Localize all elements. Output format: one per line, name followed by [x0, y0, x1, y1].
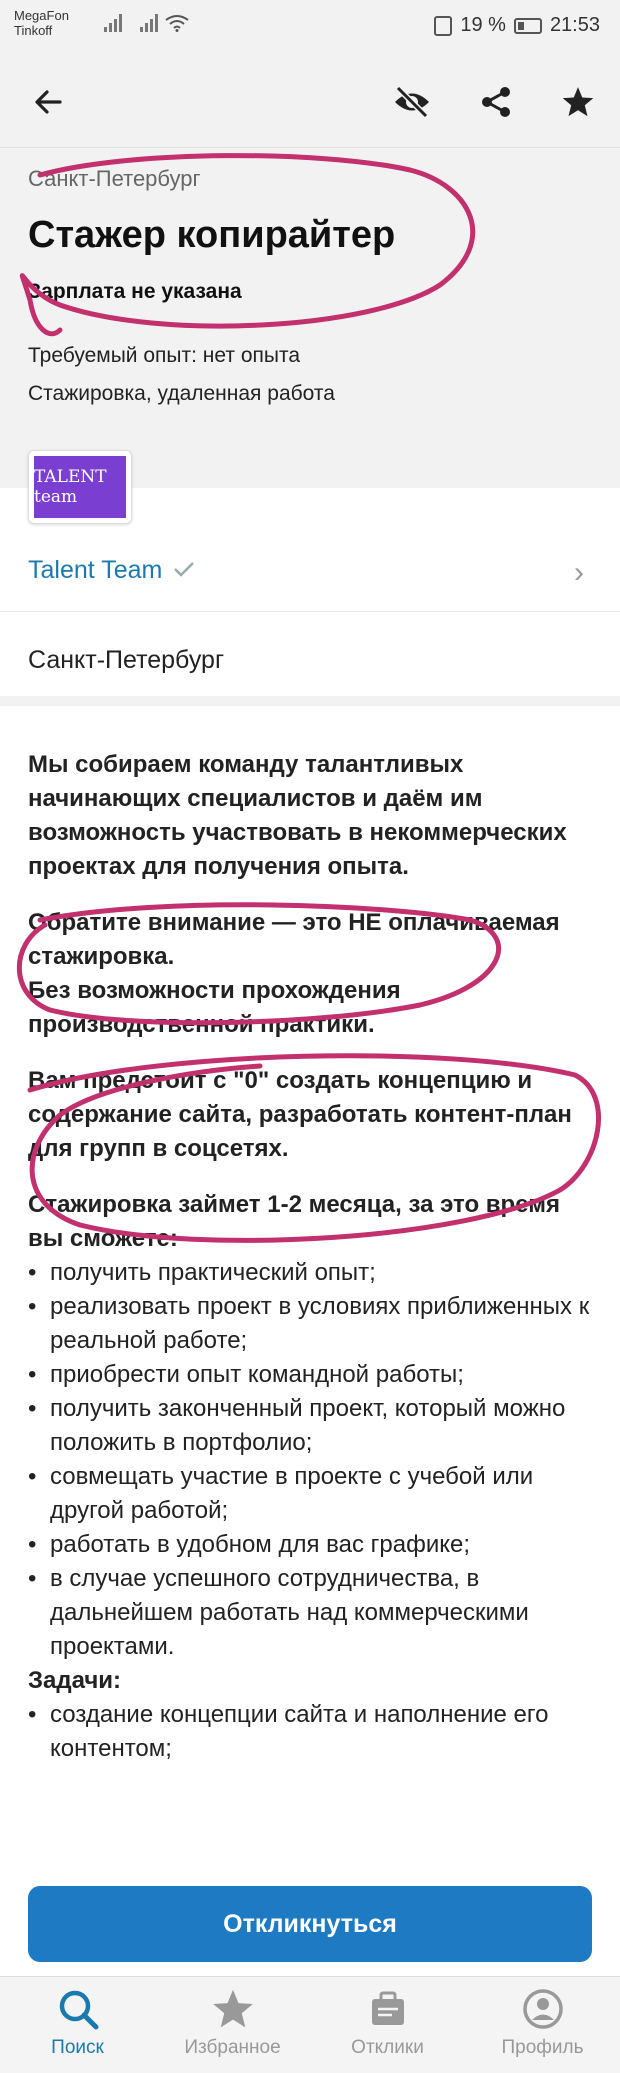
list-item: приобрести опыт командной работы;: [28, 1358, 598, 1392]
salary: Зарплата не указана: [28, 280, 242, 303]
vibrate-icon: [434, 15, 453, 36]
profile-icon: [522, 1989, 563, 2029]
verified-check-icon: [174, 562, 195, 577]
briefcase-icon: [371, 1991, 404, 2025]
vacancy-description: Мы собираем команду талантливых начинающ…: [28, 748, 598, 1766]
tab-profile[interactable]: Профиль: [465, 1977, 620, 2073]
favorite-button[interactable]: [556, 80, 600, 124]
signal-icon-2: [140, 14, 158, 32]
description-paragraph: Стажировка займет 1-2 месяца, за это вре…: [28, 1191, 560, 1252]
carrier-1: MegaFon: [14, 8, 69, 23]
city-header: Санкт-Петербург: [28, 166, 201, 191]
company-logo-text: TALENT team: [34, 456, 126, 518]
share-icon: [482, 87, 510, 117]
experience: Требуемый опыт: нет опыта: [28, 344, 301, 367]
vacancy-header: Санкт-Петербург Стажер копирайтер Зарпла…: [0, 148, 620, 488]
list-item: совмещать участие в проекте с учебой или…: [28, 1460, 598, 1528]
company-name-label: Talent Team: [28, 556, 163, 584]
carrier-2: Tinkoff: [14, 23, 53, 38]
tab-label: Профиль: [501, 2037, 584, 2058]
employment-type: Стажировка, удаленная работа: [28, 382, 335, 405]
tab-favorites[interactable]: Избранное: [155, 1977, 310, 2073]
apply-button[interactable]: Откликнуться: [28, 1886, 592, 1962]
company-name[interactable]: Talent Team: [28, 556, 195, 585]
list-item: получить практический опыт;: [28, 1256, 598, 1290]
arrow-left-icon: [35, 90, 62, 114]
eye-off-icon: [395, 85, 429, 119]
company-row[interactable]: Talent Team ›: [0, 532, 620, 612]
list-item: работать в удобном для вас графике;: [28, 1528, 598, 1562]
share-button[interactable]: [474, 80, 518, 124]
tab-label: Избранное: [184, 2037, 281, 2058]
wifi-icon: [165, 15, 189, 32]
list-item: создание концепции сайта и наполнение ег…: [28, 1698, 598, 1766]
city: Санкт-Петербург: [28, 646, 225, 674]
list-item: реализовать проект в условиях приближенн…: [28, 1290, 598, 1358]
search-icon: [59, 1990, 98, 2030]
tab-label: Поиск: [51, 2037, 104, 2058]
app-bar: [0, 56, 620, 148]
list-item: в случае успешного сотрудничества, в дал…: [28, 1562, 598, 1664]
status-bar: MegaFon Tinkoff 19 % 21:53: [0, 0, 620, 56]
tab-responses[interactable]: Отклики: [310, 1977, 465, 2073]
star-icon: [562, 87, 594, 117]
carrier-names: MegaFon Tinkoff: [14, 8, 69, 38]
bottom-navigation: Поиск Избранное Отклики Профиль: [0, 1976, 620, 2073]
tab-label: Отклики: [351, 2037, 424, 2058]
tasks-list: создание концепции сайта и наполнение ег…: [28, 1698, 598, 1766]
chevron-right-icon: ›: [574, 556, 584, 589]
battery-icon: [513, 17, 542, 34]
description-paragraph: Обратите внимание — это НЕ оплачиваемая …: [28, 909, 560, 970]
status-right: 19 % 21:53: [434, 14, 600, 37]
list-item: получить законченный проект, который мож…: [28, 1392, 598, 1460]
star-icon: [212, 1989, 253, 2028]
apply-bar: Откликнуться: [0, 1876, 620, 1976]
vacancy-title: Стажер копирайтер: [28, 214, 396, 256]
signal-icon: [104, 14, 122, 32]
hide-vacancy-button[interactable]: [390, 80, 434, 124]
benefits-list: получить практический опыт; реализовать …: [28, 1256, 598, 1664]
description-paragraph: Мы собираем команду талантливых начинающ…: [28, 751, 567, 880]
company-logo[interactable]: TALENT team: [28, 450, 132, 524]
description-paragraph: Вам предстоит с "0" создать концепцию и …: [28, 1067, 572, 1162]
clock: 21:53: [549, 14, 600, 36]
city-row: Санкт-Петербург: [0, 612, 620, 706]
back-button[interactable]: [26, 80, 70, 124]
battery-percent: 19 %: [460, 14, 506, 36]
description-paragraph: Без возможности прохождения производстве…: [28, 977, 401, 1038]
tab-search[interactable]: Поиск: [0, 1977, 155, 2073]
tasks-heading: Задачи:: [28, 1667, 122, 1694]
